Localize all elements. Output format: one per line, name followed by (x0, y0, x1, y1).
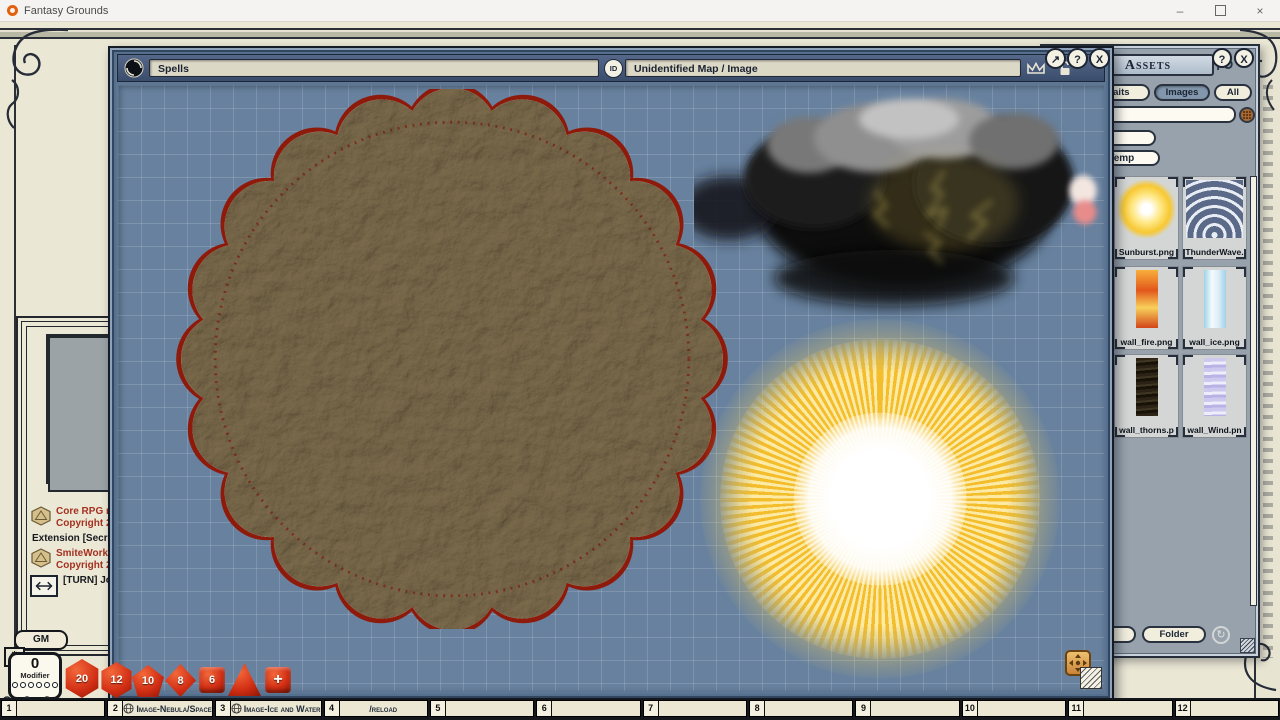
hotkey-slot-3[interactable]: 3 Image-Ice and Water (214, 700, 322, 717)
asset-card[interactable]: wall_Wind.pn (1182, 354, 1247, 438)
globe-icon (123, 703, 134, 714)
d20-chat-icon (31, 506, 51, 526)
modifier-dots (11, 682, 59, 688)
hotkey-slot-11[interactable]: 11 (1068, 700, 1173, 717)
wall-fire-thumbnail (1135, 270, 1158, 328)
d20-die[interactable]: 20 (65, 659, 99, 698)
help-icon[interactable]: ? (1212, 48, 1232, 68)
asset-card[interactable]: Sunburst.png (1114, 176, 1179, 260)
map-canvas[interactable] (118, 85, 1104, 691)
turn-marker-icon (30, 575, 58, 597)
asset-card[interactable]: ThunderWave. (1182, 176, 1247, 260)
resize-grip-icon[interactable] (1080, 667, 1102, 689)
maximize-icon[interactable] (1200, 0, 1240, 21)
hotkey-slot-6[interactable]: 6 (536, 700, 641, 717)
sunburst-template[interactable] (700, 319, 1060, 679)
asset-card[interactable]: wall_ice.png (1182, 266, 1247, 350)
folder-button[interactable]: Folder (1142, 626, 1206, 643)
wall-thorns-thumbnail (1135, 358, 1158, 416)
globe-icon (231, 703, 242, 714)
desktop-top-ornament (0, 21, 1280, 45)
image-window: Spells ID Unidentified Map / Image ↗ ? X (108, 46, 1114, 702)
popout-icon[interactable]: ↗ (1045, 48, 1066, 69)
refresh-icon[interactable]: ↻ (1212, 626, 1230, 644)
hotkey-slot-2[interactable]: 2 Image-Nebula/Space (107, 700, 213, 717)
hotkey-slot-1[interactable]: 1 (1, 700, 106, 717)
wall-wind-thumbnail (1203, 358, 1226, 416)
radial-menu-icon[interactable] (124, 58, 144, 78)
os-titlebar: Fantasy Grounds – × (0, 0, 1280, 22)
tab-images[interactable]: Images (1154, 84, 1210, 101)
image-window-titlebar[interactable]: Spells ID Unidentified Map / Image (117, 54, 1105, 82)
d6-die[interactable]: 6 (199, 667, 225, 693)
add-die-button[interactable]: + (265, 667, 291, 693)
d20-chat-icon (31, 548, 51, 568)
minimize-icon[interactable]: – (1160, 0, 1200, 21)
fantasy-grounds-logo-icon (7, 5, 18, 16)
resize-grip-icon[interactable] (1240, 638, 1255, 653)
thunderwave-thumbnail (1186, 180, 1243, 238)
asset-card[interactable]: wall_fire.png (1114, 266, 1179, 350)
partial-image-fragment (1064, 169, 1102, 241)
hotkey-slot-9[interactable]: 9 (855, 700, 960, 717)
hotkey-slot-5[interactable]: 5 (429, 700, 535, 717)
crown-icon[interactable] (1026, 62, 1046, 75)
id-badge-icon: ID (604, 59, 623, 78)
window-close-icon[interactable]: X (1089, 48, 1110, 69)
modifier-value: 0 (30, 655, 40, 672)
window-title: Fantasy Grounds (24, 4, 109, 17)
grid-view-icon[interactable] (1239, 107, 1255, 123)
assets-scrollbar[interactable] (1250, 176, 1257, 606)
modifier-box[interactable]: 0 Modifier (8, 652, 62, 700)
sunburst-thumbnail (1118, 180, 1175, 238)
hotkey-bar: 1 2 Image-Nebula/Space 3 Image-Ice and W… (0, 698, 1280, 720)
hotkey-slot-7[interactable]: 7 (642, 700, 748, 717)
image-name-field[interactable]: Unidentified Map / Image (625, 59, 1021, 77)
help-icon[interactable]: ? (1067, 48, 1088, 69)
corner-flourish-icon (6, 28, 69, 129)
storm-cloud-template[interactable] (694, 85, 1094, 321)
desktop-left-ornament (0, 45, 16, 698)
stone-circle-template[interactable] (149, 89, 755, 629)
wall-ice-thumbnail (1203, 270, 1226, 328)
module-name-field[interactable]: Spells (149, 59, 599, 77)
tab-all[interactable]: All (1214, 84, 1252, 101)
window-close-icon[interactable]: X (1234, 48, 1254, 68)
modifier-label: Modifier (20, 671, 50, 680)
fantasy-grounds-app: Fantasy Grounds – × Core RPG rule Copyrig (0, 0, 1280, 720)
hotkey-slot-8[interactable]: 8 (749, 700, 854, 717)
close-icon[interactable]: × (1240, 0, 1280, 21)
hotkey-slot-4[interactable]: 4/reload (323, 700, 428, 717)
hotkey-slot-12[interactable]: 12 (1174, 700, 1280, 717)
hotkey-slot-10[interactable]: 10 (961, 700, 1067, 717)
asset-card[interactable]: wall_thorns.p (1114, 354, 1179, 438)
